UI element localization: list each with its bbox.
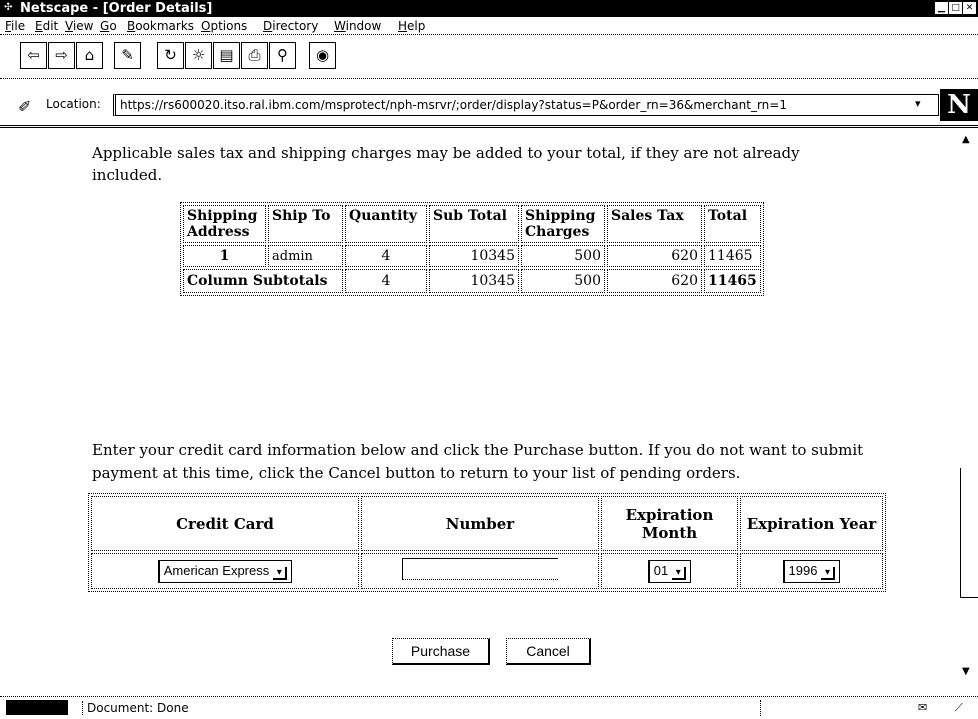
col-sub-total: Sub Total [429, 205, 519, 243]
netscape-logo-icon: N [940, 89, 978, 121]
subtotal-row: Column Subtotals 4 10345 500 620 11465 [183, 269, 761, 293]
menu-help[interactable]: Help [398, 19, 425, 33]
back-icon[interactable]: ⇦ [20, 42, 47, 69]
order-table: Shipping Address Ship To Quantity Sub To… [180, 202, 764, 296]
maximize-icon[interactable]: □ [949, 2, 962, 14]
order-header-row: Shipping Address Ship To Quantity Sub To… [183, 205, 761, 243]
purchase-button[interactable]: Purchase [392, 638, 490, 665]
menu-options[interactable]: Options [201, 19, 247, 33]
menu-window[interactable]: Window [334, 19, 381, 33]
chevron-down-icon[interactable]: ▾ [672, 566, 687, 580]
menu-bookmarks[interactable]: Bookmarks [127, 19, 194, 33]
print-icon[interactable]: ⎙ [241, 42, 268, 69]
toolbar: ⇦ ⇨ ⌂ ✎ ↻ ☼ ▤ ⎙ ⚲ ◉ [0, 35, 978, 79]
card-type-value: American Express [163, 562, 270, 578]
cell-sub-total: 10345 [429, 245, 519, 267]
cc-header-row: Credit Card Number Expiration Month Expi… [91, 496, 883, 551]
title-bar: ✣ Netscape - [Order Details] ▁ □ ✕ [0, 0, 978, 17]
location-url-input[interactable]: https://rs600020.itso.ral.ibm.com/msprot… [113, 94, 939, 116]
cancel-button[interactable]: Cancel [506, 638, 591, 665]
chevron-down-icon[interactable]: ▾ [273, 566, 288, 580]
cell-sales-tax: 620 [607, 245, 702, 267]
subtotal-total: 11465 [704, 269, 761, 293]
col-quantity: Quantity [345, 205, 427, 243]
cc-number-cell [361, 553, 599, 589]
window-controls: ▁ □ ✕ [935, 2, 976, 14]
col-shipping-address: Shipping Address [183, 205, 266, 243]
instructions-text: Enter your credit card information below… [92, 441, 864, 482]
cc-type-cell: American Express ▾ [91, 553, 359, 589]
status-bar: Document: Done ✉ ⟋ [0, 696, 978, 719]
cell-quantity: 4 [345, 245, 427, 267]
col-expiration-month: Expiration Month [601, 496, 738, 551]
location-bar: ✐ Location: https://rs600020.itso.ral.ib… [0, 79, 978, 125]
exp-year-select[interactable]: 1996 ▾ [782, 559, 841, 583]
chevron-down-icon[interactable]: ▾ [821, 566, 836, 580]
security-key-icon[interactable] [6, 700, 68, 715]
menu-bar: File Edit View Go Bookmarks Options Dire… [0, 17, 978, 35]
minimize-icon[interactable]: ▁ [935, 2, 948, 14]
menu-view[interactable]: View [65, 19, 93, 33]
subtotal-sales-tax: 620 [607, 269, 702, 293]
scroll-up-icon[interactable]: ▲ [962, 134, 970, 145]
stop-icon[interactable]: ◉ [309, 42, 336, 69]
card-number-input[interactable] [402, 558, 558, 580]
table-row: 1 admin 4 10345 500 620 11465 [183, 245, 761, 267]
find-icon[interactable]: ⚲ [269, 42, 296, 69]
exp-year-value: 1996 [788, 562, 818, 578]
menu-go[interactable]: Go [100, 19, 117, 33]
home-icon[interactable]: ⌂ [76, 42, 103, 69]
edit-icon[interactable]: ✎ [114, 42, 141, 69]
status-text: Document: Done [82, 701, 189, 715]
location-dropdown-icon[interactable]: ▾ [915, 97, 921, 110]
exp-month-value: 01 [653, 562, 669, 578]
vertical-scrollbar[interactable]: ▲ ▼ [958, 128, 978, 697]
menu-edit[interactable]: Edit [35, 19, 58, 33]
cell-total: 11465 [704, 245, 761, 267]
cell-address: 1 [183, 245, 266, 267]
col-credit-card: Credit Card [91, 496, 359, 551]
status-divider [760, 700, 761, 716]
subtotal-sub-total: 10345 [429, 269, 519, 293]
col-number: Number [361, 496, 599, 551]
mail-icon[interactable]: ✉ [918, 701, 927, 714]
reload-icon[interactable]: ↻ [157, 42, 184, 69]
location-label: Location: [46, 97, 101, 111]
cc-year-cell: 1996 ▾ [740, 553, 883, 589]
subtotal-label: Column Subtotals [183, 269, 343, 293]
page-content: Applicable sales tax and shipping charge… [0, 125, 978, 694]
card-type-select[interactable]: American Express ▾ [157, 559, 293, 583]
cc-month-cell: 01 ▾ [601, 553, 738, 589]
scroll-thumb[interactable] [960, 468, 978, 598]
cell-ship-to: admin [268, 245, 343, 267]
intro-text: Applicable sales tax and shipping charge… [92, 144, 800, 184]
scroll-down-icon[interactable]: ▼ [962, 666, 970, 677]
open-icon[interactable]: ▤ [213, 42, 240, 69]
col-total: Total [704, 205, 761, 243]
menu-directory[interactable]: Directory [263, 19, 318, 33]
window-title: Netscape - [Order Details] [20, 1, 213, 16]
exp-month-select[interactable]: 01 ▾ [647, 559, 692, 583]
subtotal-quantity: 4 [345, 269, 427, 293]
subtotal-shipping: 500 [521, 269, 605, 293]
location-pen-icon[interactable]: ✐ [18, 97, 31, 116]
netscape-app-icon[interactable]: ✣ [4, 2, 18, 14]
col-ship-to: Ship To [268, 205, 343, 243]
col-expiration-year: Expiration Year [740, 496, 883, 551]
col-shipping-charges: Shipping Charges [521, 205, 605, 243]
forward-icon[interactable]: ⇨ [48, 42, 75, 69]
credit-card-table: Credit Card Number Expiration Month Expi… [88, 493, 886, 592]
cell-shipping: 500 [521, 245, 605, 267]
menu-file[interactable]: File [5, 19, 25, 33]
cc-input-row: American Express ▾ 01 ▾ 1996 ▾ [91, 553, 883, 589]
col-sales-tax: Sales Tax [607, 205, 702, 243]
close-icon[interactable]: ✕ [963, 2, 976, 14]
images-icon[interactable]: ☼ [185, 42, 212, 69]
resize-grip-icon[interactable]: ⟋ [955, 701, 963, 715]
